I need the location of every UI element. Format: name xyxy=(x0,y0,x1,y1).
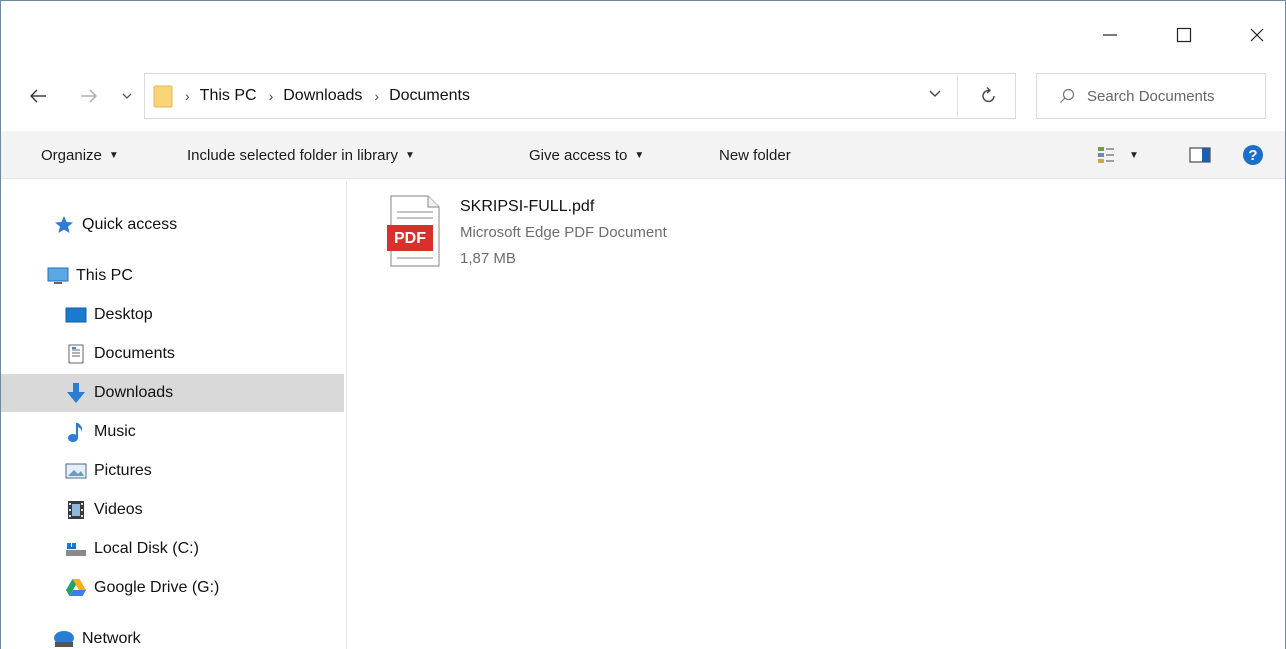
breadcrumb-separator-icon: › xyxy=(268,88,274,104)
folder-icon xyxy=(153,84,173,108)
arrow-left-icon xyxy=(30,89,46,103)
organize-label: Organize xyxy=(41,146,102,164)
refresh-icon xyxy=(982,87,995,103)
address-divider xyxy=(957,74,958,118)
sidebar-item-label: Music xyxy=(94,423,136,440)
search-box[interactable] xyxy=(1036,73,1266,119)
arrow-right-icon xyxy=(81,89,97,103)
refresh-button[interactable] xyxy=(981,86,997,104)
sidebar-item-label: This PC xyxy=(76,267,133,284)
details-view-icon xyxy=(1098,147,1114,163)
pdf-badge-label: PDF xyxy=(394,230,426,247)
chevron-down-icon xyxy=(929,90,941,97)
sidebar-item-quick-access[interactable]: Quick access xyxy=(1,206,344,244)
file-name: SKRIPSI-FULL.pdf xyxy=(460,198,595,215)
sidebar-item-label: Pictures xyxy=(94,462,152,479)
maximize-button[interactable] xyxy=(1161,15,1207,55)
sidebar-item-local-disk[interactable]: Local Disk (C:) xyxy=(1,530,344,568)
organize-button[interactable]: Organize ▼ xyxy=(41,131,119,179)
sidebar-item-music[interactable]: Music xyxy=(1,413,344,451)
file-size: 1,87 MB xyxy=(460,250,516,267)
sidebar-item-google-drive[interactable]: Google Drive (G:) xyxy=(1,569,344,607)
forward-button[interactable] xyxy=(77,79,101,113)
chevron-down-icon xyxy=(122,93,132,99)
close-icon xyxy=(1250,28,1264,42)
include-in-library-button[interactable]: Include selected folder in library ▼ xyxy=(187,131,415,179)
sidebar-item-pictures[interactable]: Pictures xyxy=(1,452,344,490)
sidebar-item-desktop[interactable]: Desktop xyxy=(1,296,344,334)
file-details: SKRIPSI-FULL.pdf Microsoft Edge PDF Docu… xyxy=(460,194,667,274)
caret-down-icon: ▼ xyxy=(634,149,645,161)
sidebar-item-videos[interactable]: Videos xyxy=(1,491,344,529)
preview-pane-icon xyxy=(1189,147,1211,163)
sidebar-item-label: Local Disk (C:) xyxy=(94,540,199,557)
help-button[interactable]: ? xyxy=(1242,131,1264,179)
address-history-button[interactable] xyxy=(929,88,941,98)
monitor-icon xyxy=(47,265,69,287)
sidebar-item-label: Documents xyxy=(94,345,175,362)
hard-disk-icon xyxy=(65,538,87,560)
navigation-pane: Quick access This PC Desktop Documents D… xyxy=(1,181,347,649)
list-item[interactable]: PDF SKRIPSI-FULL.pdf Microsoft Edge PDF … xyxy=(383,194,743,274)
address-row: › This PC › Downloads › Documents xyxy=(1,71,1285,121)
sidebar-item-downloads[interactable]: Downloads xyxy=(1,374,344,412)
music-note-icon xyxy=(65,421,87,443)
sidebar-item-this-pc[interactable]: This PC xyxy=(1,257,344,295)
title-bar xyxy=(1,1,1285,65)
desktop-icon xyxy=(65,304,87,326)
svg-text:?: ? xyxy=(1248,147,1257,164)
address-bar[interactable]: › This PC › Downloads › Documents xyxy=(144,73,1016,119)
sidebar-item-label: Network xyxy=(82,630,141,647)
include-in-library-label: Include selected folder in library xyxy=(187,146,398,164)
new-folder-label: New folder xyxy=(719,146,791,164)
file-list: PDF SKRIPSI-FULL.pdf Microsoft Edge PDF … xyxy=(348,181,1285,649)
sidebar-item-label: Downloads xyxy=(94,384,174,401)
search-input[interactable] xyxy=(1087,87,1257,105)
sidebar-item-network[interactable]: Network xyxy=(1,620,344,649)
download-arrow-icon xyxy=(65,382,87,404)
give-access-label: Give access to xyxy=(529,146,628,164)
command-bar: Organize ▼ Include selected folder in li… xyxy=(1,131,1285,179)
breadcrumb-separator-icon: › xyxy=(185,88,190,104)
sidebar-item-label: Quick access xyxy=(82,216,178,233)
star-icon xyxy=(53,214,75,236)
change-view-button[interactable]: ▼ xyxy=(1097,131,1139,179)
pictures-icon xyxy=(65,460,87,482)
breadcrumb-this-pc[interactable]: This PC xyxy=(200,87,257,105)
sidebar-item-label: Videos xyxy=(94,501,143,518)
breadcrumb-separator-icon: › xyxy=(374,88,380,104)
sidebar-item-label: Desktop xyxy=(94,306,153,323)
google-drive-icon xyxy=(65,577,87,599)
breadcrumb-downloads[interactable]: Downloads xyxy=(283,87,362,105)
file-type: Microsoft Edge PDF Document xyxy=(460,224,667,241)
sidebar-item-documents[interactable]: Documents xyxy=(1,335,344,373)
new-folder-button[interactable]: New folder xyxy=(719,131,791,179)
sidebar-item-label: Google Drive (G:) xyxy=(94,579,220,596)
search-icon xyxy=(1059,88,1075,104)
maximize-icon xyxy=(1176,27,1192,43)
minimize-icon xyxy=(1103,34,1117,36)
caret-down-icon: ▼ xyxy=(404,149,415,161)
back-button[interactable] xyxy=(25,79,51,113)
caret-down-icon: ▼ xyxy=(1129,149,1139,161)
preview-pane-button[interactable] xyxy=(1189,131,1211,179)
caret-down-icon: ▼ xyxy=(108,149,119,161)
recent-locations-button[interactable] xyxy=(117,79,137,113)
film-icon xyxy=(65,499,87,521)
minimize-button[interactable] xyxy=(1087,15,1133,55)
file-explorer-window: › This PC › Downloads › Documents Organi… xyxy=(0,0,1286,649)
close-button[interactable] xyxy=(1234,15,1280,55)
documents-icon xyxy=(65,343,87,365)
network-icon xyxy=(53,628,75,649)
pdf-file-icon: PDF xyxy=(383,194,445,270)
breadcrumb-documents[interactable]: Documents xyxy=(389,87,470,105)
give-access-button[interactable]: Give access to ▼ xyxy=(529,131,644,179)
help-icon: ? xyxy=(1243,145,1263,165)
